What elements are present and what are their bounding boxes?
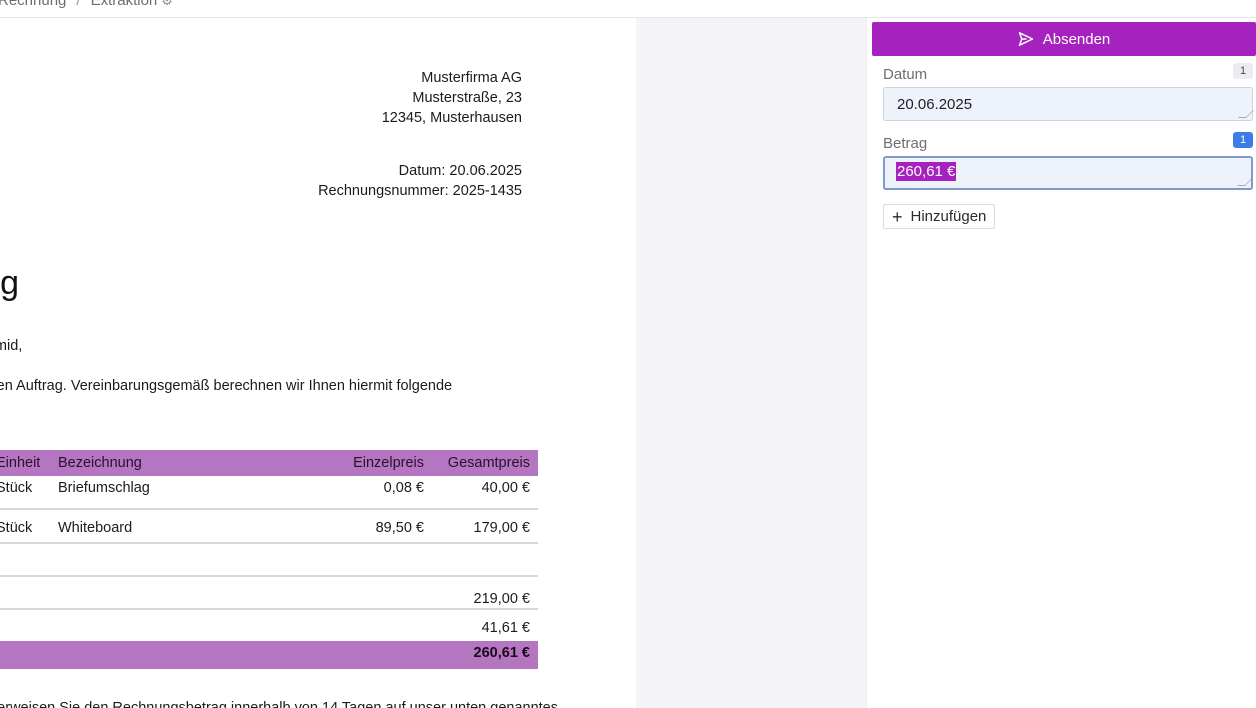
- field-label-datum: Datum: [883, 66, 928, 83]
- cell-unit: Stück: [0, 480, 33, 496]
- col-unit-price: Einzelpreis: [353, 455, 424, 471]
- amount-field-value: 260,61 €: [896, 162, 957, 181]
- greeting: Sehr geehrter Herr Schmid,: [0, 338, 23, 354]
- invoice-page: Musterfirma AG Musterstraße, 23 12345, M…: [0, 18, 636, 708]
- cell-description: Whiteboard: [58, 520, 133, 536]
- submit-button[interactable]: Absenden: [872, 22, 1256, 56]
- topbar: Rechnung / Extraktion ⚙: [0, 0, 1256, 18]
- invoice-number: Rechnungsnummer: 2025-1435: [318, 183, 522, 199]
- field-label-betrag: Betrag: [883, 135, 928, 152]
- document-viewer[interactable]: Musterfirma AG Musterstraße, 23 12345, M…: [0, 18, 866, 708]
- col-unit: Einheit: [0, 455, 41, 471]
- resize-handle-icon[interactable]: [1238, 110, 1254, 118]
- field-badge: 1: [1233, 63, 1253, 79]
- date-field-value: 20.06.2025: [897, 96, 973, 113]
- sender-address: Musterfirma AG Musterstraße, 23 12345, M…: [382, 68, 522, 128]
- subtotal-row: 219,00 €: [0, 577, 538, 610]
- line-items-table: Einheit Bezeichnung Einzelpreis Gesamtpr…: [0, 450, 538, 669]
- submit-label: Absenden: [1042, 30, 1111, 48]
- breadcrumb-current: Extraktion: [90, 0, 158, 9]
- table-header: Einheit Bezeichnung Einzelpreis Gesamtpr…: [0, 450, 538, 476]
- table-row-empty: [0, 544, 538, 577]
- gear-icon[interactable]: ⚙: [161, 0, 173, 8]
- total-value: 260,61 €: [473, 645, 530, 661]
- col-description: Bezeichnung: [58, 455, 142, 471]
- sender-city: 12345, Musterhausen: [381, 110, 522, 126]
- intro-text: vielen Dank für Ihren Auftrag. Vereinbar…: [0, 378, 453, 394]
- breadcrumb: Rechnung / Extraktion ⚙: [0, 0, 173, 9]
- invoice-date: Datum: 20.06.2025: [398, 163, 522, 179]
- cell-total-price: 40,00 €: [481, 480, 530, 496]
- cell-unit-price: 0,08 €: [383, 480, 424, 496]
- sender-street: Musterstraße, 23: [412, 90, 522, 106]
- amount-field-value-wrap: 260,61 €: [896, 162, 957, 181]
- breadcrumb-parent[interactable]: Rechnung: [0, 0, 66, 9]
- sender-name: Musterfirma AG: [421, 70, 522, 86]
- field-badge-active: 1: [1233, 132, 1253, 148]
- extraction-panel: Absenden Datum 1 20.06.2025 Betrag 1 260…: [866, 18, 1256, 708]
- document-title: Rechnung: [0, 264, 20, 302]
- tax-row: 41,61 €: [0, 610, 538, 641]
- payment-note: Bitte überweisen Sie den Rechnungsbetrag…: [0, 700, 558, 708]
- add-field-button[interactable]: + Hinzufügen: [883, 204, 996, 229]
- plus-icon: +: [892, 206, 903, 227]
- resize-handle-icon[interactable]: [1237, 178, 1253, 186]
- add-field-label: Hinzufügen: [910, 208, 987, 225]
- table-row: Stück Whiteboard 89,50 € 179,00 €: [0, 510, 538, 544]
- col-total-price: Gesamtpreis: [447, 455, 530, 471]
- cell-unit-price: 89,50 €: [375, 520, 424, 536]
- cell-unit: Stück: [0, 520, 33, 536]
- total-row: 260,61 €: [0, 641, 538, 669]
- invoice-meta: Datum: 20.06.2025 Rechnungsnummer: 2025-…: [318, 161, 522, 201]
- cell-total-price: 179,00 €: [473, 520, 530, 536]
- date-field[interactable]: 20.06.2025: [883, 87, 1254, 121]
- breadcrumb-separator: /: [76, 0, 81, 9]
- table-row: Stück Briefumschlag 0,08 € 40,00 €: [0, 476, 538, 510]
- amount-field[interactable]: 260,61 €: [883, 156, 1253, 190]
- send-icon: [1018, 32, 1033, 46]
- cell-description: Briefumschlag: [58, 480, 150, 496]
